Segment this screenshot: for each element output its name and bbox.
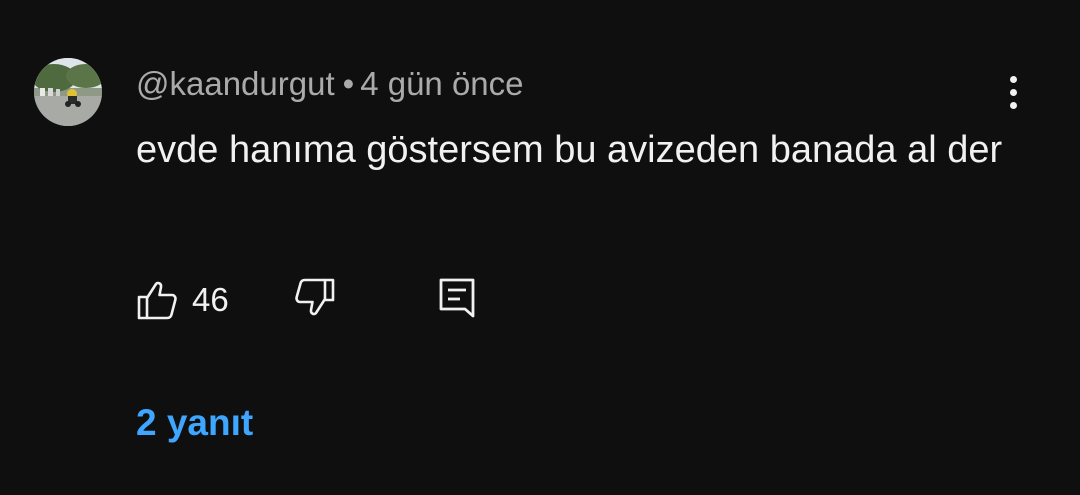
meta-separator: • [342,65,355,102]
comment-timestamp: 4 gün önce [360,65,524,102]
reply-button[interactable] [436,276,478,325]
like-button[interactable]: 46 [136,276,229,324]
more-vertical-icon-dot [1009,88,1017,96]
comment-item: @kaandurgut • 4 gün önce evde hanıma göste… [0,0,1080,495]
more-vertical-icon [1009,75,1017,83]
comment-header: @kaandurgut • 4 gün önce [136,64,524,104]
dislike-button[interactable] [294,276,336,323]
comment-text: evde hanıma göstersem bu avizeden banada… [136,129,1003,171]
comment-menu-button[interactable] [996,70,1030,114]
avatar-image [34,58,102,126]
comment-reply-icon [439,278,475,318]
more-vertical-icon-dot [1009,101,1017,109]
author-handle[interactable]: @kaandurgut [136,65,335,102]
thumbs-down-icon [295,278,335,316]
avatar[interactable] [34,58,102,126]
like-count: 46 [192,281,229,318]
view-replies-link[interactable]: 2 yanıt [136,398,253,448]
thumbs-up-icon [137,281,177,320]
